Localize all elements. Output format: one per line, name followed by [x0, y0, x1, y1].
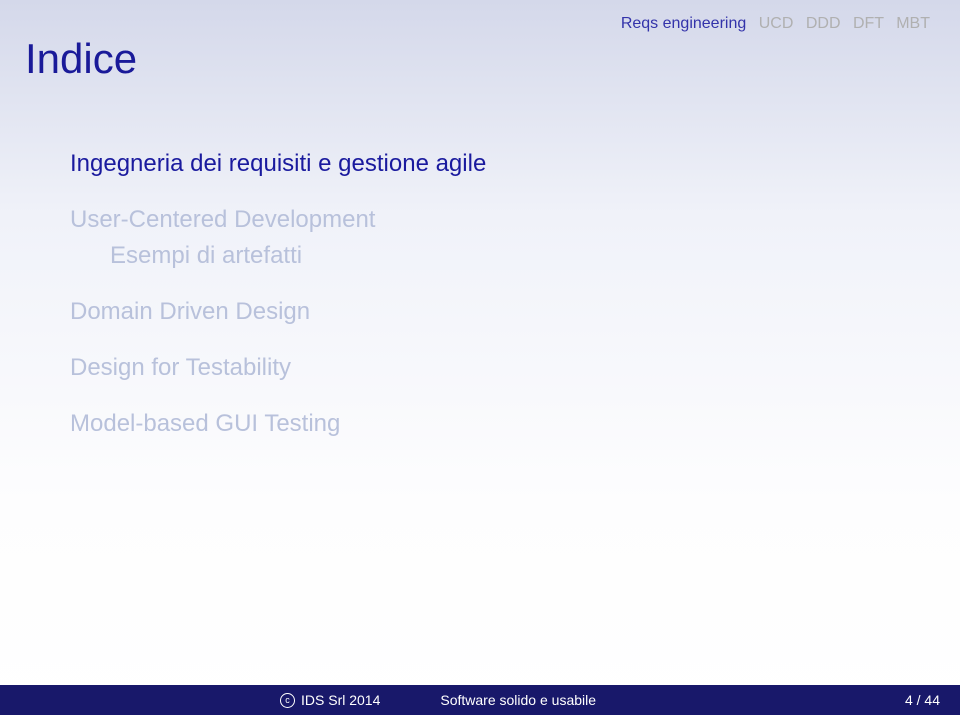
footer-copyright-text: IDS Srl 2014	[301, 692, 380, 708]
toc-item-gui-testing[interactable]: Model-based GUI Testing	[70, 410, 910, 438]
footer-page-number: 4 / 44	[905, 692, 940, 708]
toc-content: Ingegneria dei requisiti e gestione agil…	[70, 150, 910, 466]
toc-subitem-artifacts[interactable]: Esempi di artefatti	[110, 242, 910, 270]
nav-ddd[interactable]: DDD	[806, 15, 841, 32]
copyright-icon: c	[280, 693, 295, 708]
footer: c IDS Srl 2014 Software solido e usabile…	[0, 685, 960, 715]
nav-reqs-engineering[interactable]: Reqs engineering	[621, 15, 746, 32]
header-nav: Reqs engineering UCD DDD DFT MBT	[613, 15, 930, 33]
slide-title: Indice	[25, 35, 137, 83]
footer-copyright: c IDS Srl 2014	[280, 692, 380, 708]
nav-dft[interactable]: DFT	[853, 15, 884, 32]
toc-item-ddd[interactable]: Domain Driven Design	[70, 298, 910, 326]
footer-title: Software solido e usabile	[440, 692, 596, 708]
nav-mbt[interactable]: MBT	[896, 15, 930, 32]
toc-item-ucd[interactable]: User-Centered Development	[70, 206, 910, 234]
nav-ucd[interactable]: UCD	[759, 15, 794, 32]
toc-item-testability[interactable]: Design for Testability	[70, 354, 910, 382]
toc-item-requirements[interactable]: Ingegneria dei requisiti e gestione agil…	[70, 150, 910, 178]
